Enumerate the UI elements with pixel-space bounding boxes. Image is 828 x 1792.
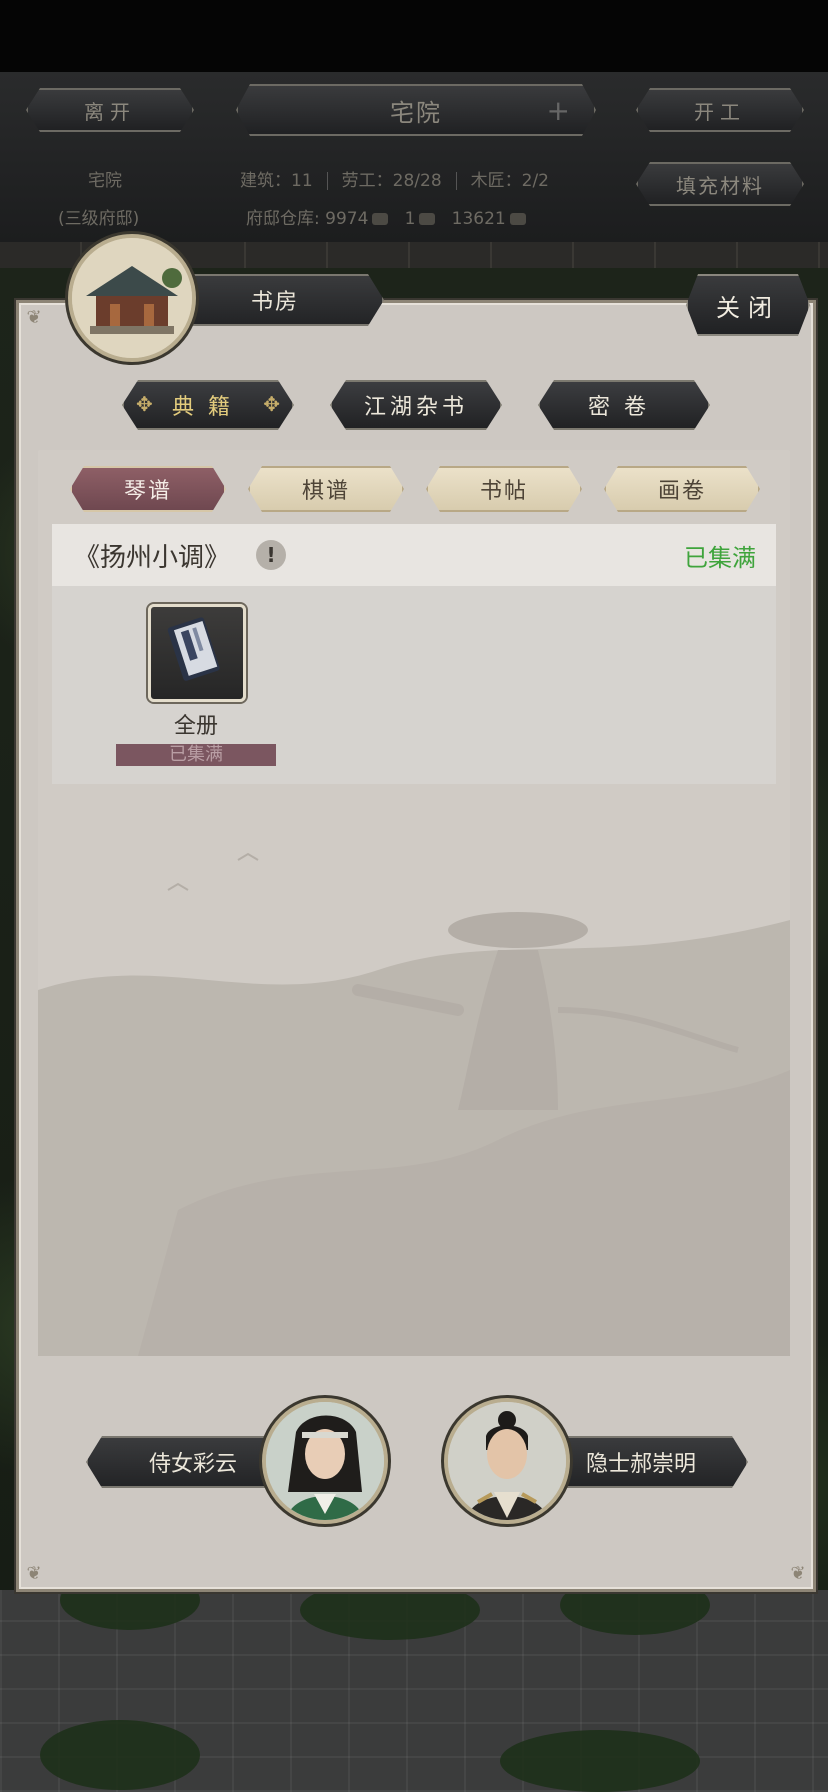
bush [500,1730,700,1792]
dialog-title: 书房 [166,274,384,326]
fill-materials-button[interactable]: 填充材料 [636,162,804,206]
corner-ornament: ❦ [26,307,42,328]
carpenters-count: 木匠：2/2 [470,171,549,191]
subtab-calligraphy[interactable]: 书帖 [426,466,582,512]
tab-classics[interactable]: ✥ 典籍 ✥ [122,380,294,430]
warehouse-label: 府邸仓库: [246,209,320,229]
ornament-icon: ✥ [136,392,153,416]
subtab-qin-scores[interactable]: 琴谱 [70,466,226,512]
tool-icon [419,213,436,225]
location-title: 宅院 + [236,84,596,136]
status-bar-area [0,0,828,72]
item-label: 全册 [173,714,218,739]
maid-portrait-avatar[interactable] [262,1398,388,1524]
building-stats: 建筑：11 劳工：28/28 木匠：2/2 [240,166,549,191]
subtab-paintings[interactable]: 画卷 [604,466,760,512]
item-status-badge: 已集满 [116,744,276,766]
coin-icon [509,213,526,225]
stock-3: 13621 [451,209,506,229]
bush [40,1720,200,1790]
maid-portrait-icon [266,1402,384,1520]
hermit-portrait-icon [448,1402,566,1520]
top-bar: 离开 宅院 + 开工 填充材料 宅院 (三级府邸) 建筑：11 劳工：28/28 木… [0,72,828,243]
subtab-chess-manuals[interactable]: 棋谱 [248,466,404,512]
info-icon[interactable]: ! [256,540,287,570]
close-button[interactable]: 关闭 [686,274,810,336]
building-icon [72,238,192,358]
warehouse-stats: 府邸仓库: 9974 1 13621 [246,204,526,229]
start-work-button[interactable]: 开工 [636,88,804,132]
leave-button[interactable]: 离开 [26,88,194,132]
item-slot[interactable] [148,604,246,702]
plus-icon[interactable]: + [547,94,572,127]
residence-level: (三级府邸) [58,209,140,229]
book-status: 已集满 [684,543,756,572]
corner-ornament: ❦ [26,1563,42,1584]
hermit-portrait-avatar[interactable] [444,1398,570,1524]
corner-ornament: ❦ [790,1563,806,1584]
book-title: 《扬州小调》 [74,542,231,573]
tab-secret-scrolls[interactable]: 密卷 [538,380,710,430]
study-building-thumbnail [68,234,196,362]
stock-1: 9974 [325,209,369,229]
laborers-count: 劳工：28/28 [341,171,442,191]
residence-name: 宅院 [88,171,122,191]
stock-2: 1 [404,209,416,229]
location-label: 宅院 [390,98,442,127]
book-header: 《扬州小调》 ! 已集满 [52,524,776,586]
book-icon [167,617,220,681]
material-icon [372,213,389,225]
buildings-count: 建筑：11 [240,171,313,191]
ornament-icon: ✥ [263,392,280,416]
tab-jianghu-books[interactable]: 江湖杂书 [330,380,502,430]
tab-classics-label: 典籍 [171,395,244,420]
